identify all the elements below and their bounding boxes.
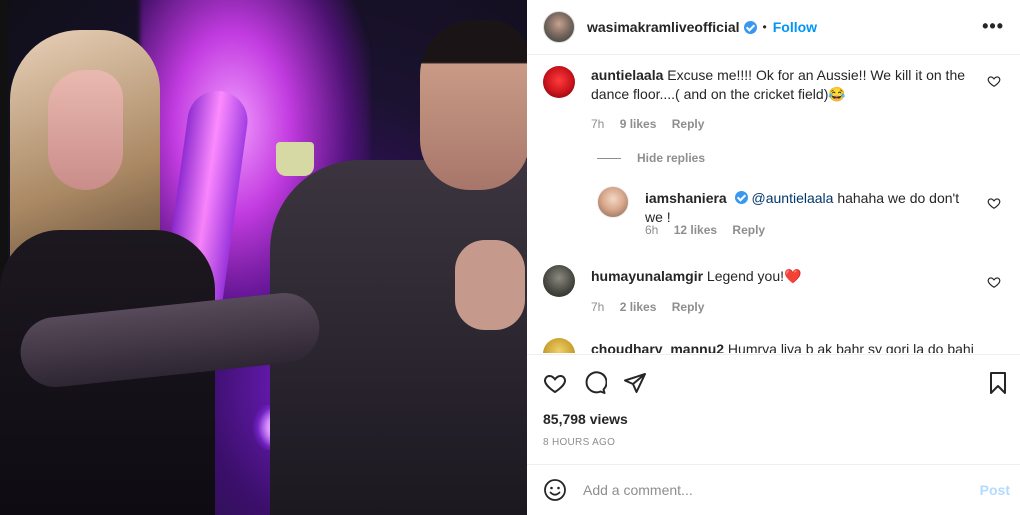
comment-body: choudhary_mannu2 Humrya liya b ak bahr s… — [591, 340, 981, 353]
person-hand — [455, 240, 525, 330]
comment-meta: 7h 9 likes Reply — [591, 117, 716, 131]
comment-likes[interactable]: 12 likes — [674, 223, 717, 237]
post-header: wasimakramliveofficial • Follow ••• — [527, 0, 1020, 55]
comment-username[interactable]: choudhary_mannu2 — [591, 341, 724, 353]
comment-time: 7h — [591, 300, 605, 314]
comment-body: auntielaala Excuse me!!!! Ok for an Auss… — [591, 66, 981, 104]
hide-replies-label: Hide replies — [637, 151, 706, 165]
comment-text: Legend you!❤️ — [706, 268, 802, 284]
hide-replies-button[interactable]: Hide replies — [597, 151, 705, 165]
post-comment-button[interactable]: Post — [980, 482, 1010, 498]
post-actions: 85,798 views 8 HOURS AGO — [527, 354, 1020, 464]
follow-button[interactable]: Follow — [773, 19, 817, 35]
comment-bubble-icon[interactable] — [583, 371, 607, 395]
save-bookmark-icon[interactable] — [986, 371, 1010, 395]
view-count[interactable]: 85,798 views — [543, 411, 628, 427]
comment-meta: 7h 2 likes Reply — [591, 300, 716, 314]
comment-body: iamshaniera @auntielaala hahaha we do do… — [645, 189, 965, 227]
commenter-avatar[interactable] — [543, 265, 575, 297]
commenter-avatar[interactable] — [543, 66, 575, 98]
like-heart-icon[interactable] — [543, 371, 567, 395]
separator-dot: • — [762, 20, 767, 34]
comments-list[interactable]: auntielaala Excuse me!!!! Ok for an Auss… — [527, 56, 1020, 353]
comment-likes[interactable]: 9 likes — [620, 117, 657, 131]
emoji-icon[interactable] — [543, 478, 567, 502]
more-options-icon[interactable]: ••• — [982, 17, 1004, 35]
comment-username[interactable]: iamshaniera — [645, 190, 727, 206]
reply-button[interactable]: Reply — [672, 300, 705, 314]
comment-body: humayunalamgir Legend you!❤️ — [591, 267, 981, 286]
reply-button[interactable]: Reply — [732, 223, 765, 237]
post-panel: wasimakramliveofficial • Follow ••• aunt… — [527, 0, 1020, 515]
comment-input[interactable] — [583, 482, 963, 498]
person-right-head — [420, 20, 527, 190]
person-left-face — [48, 70, 123, 190]
author-username[interactable]: wasimakramliveofficial — [587, 19, 740, 35]
author-avatar[interactable] — [543, 11, 575, 43]
comment-likes[interactable]: 2 likes — [620, 300, 657, 314]
add-comment-bar: Post — [527, 464, 1020, 515]
verified-badge-icon — [743, 20, 757, 34]
post-video[interactable] — [0, 0, 527, 515]
comment-username[interactable]: humayunalamgir — [591, 268, 703, 284]
post-time[interactable]: 8 HOURS AGO — [543, 437, 615, 448]
comment-mention[interactable]: @auntielaala — [752, 190, 834, 206]
lamp — [276, 142, 314, 176]
verified-badge-icon — [734, 191, 748, 204]
replies-divider-line — [597, 158, 621, 160]
comment-time: 6h — [645, 223, 659, 237]
comment-text: Humrya liya b ak bahr sy gori la do bahi — [727, 341, 974, 353]
like-comment-heart-icon[interactable] — [987, 196, 1001, 210]
commenter-avatar[interactable] — [543, 338, 575, 353]
like-comment-heart-icon[interactable] — [987, 275, 1001, 289]
like-comment-heart-icon[interactable] — [987, 74, 1001, 88]
comment-meta: 6h 12 likes Reply — [645, 223, 777, 237]
comment-username[interactable]: auntielaala — [591, 67, 663, 83]
reply-button[interactable]: Reply — [672, 117, 705, 131]
comment-time: 7h — [591, 117, 605, 131]
commenter-avatar[interactable] — [597, 186, 629, 218]
share-paper-plane-icon[interactable] — [623, 371, 647, 395]
